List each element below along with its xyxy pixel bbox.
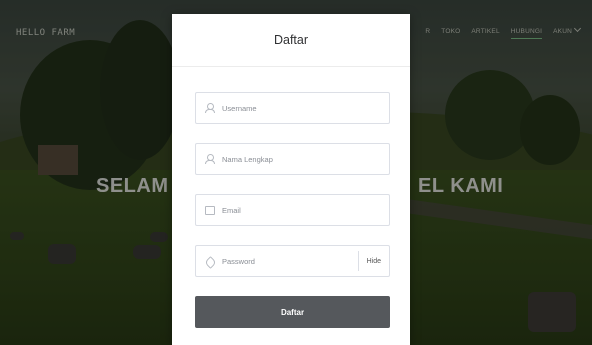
fullname-input[interactable] <box>222 154 389 164</box>
email-field[interactable] <box>195 194 390 226</box>
fullname-field[interactable] <box>195 143 390 175</box>
user-icon <box>205 103 215 113</box>
user-icon <box>205 154 215 164</box>
password-field[interactable]: Hide <box>195 245 390 277</box>
password-input[interactable] <box>222 256 358 266</box>
register-submit-button[interactable]: Daftar <box>195 296 390 328</box>
register-modal: Daftar Hide Daftar <box>172 14 410 345</box>
hide-password-button[interactable]: Hide <box>359 258 389 265</box>
modal-title: Daftar <box>172 14 410 67</box>
mail-icon <box>205 205 215 215</box>
email-input[interactable] <box>222 205 389 215</box>
username-input[interactable] <box>222 103 389 113</box>
username-field[interactable] <box>195 92 390 124</box>
lock-icon <box>205 256 215 266</box>
